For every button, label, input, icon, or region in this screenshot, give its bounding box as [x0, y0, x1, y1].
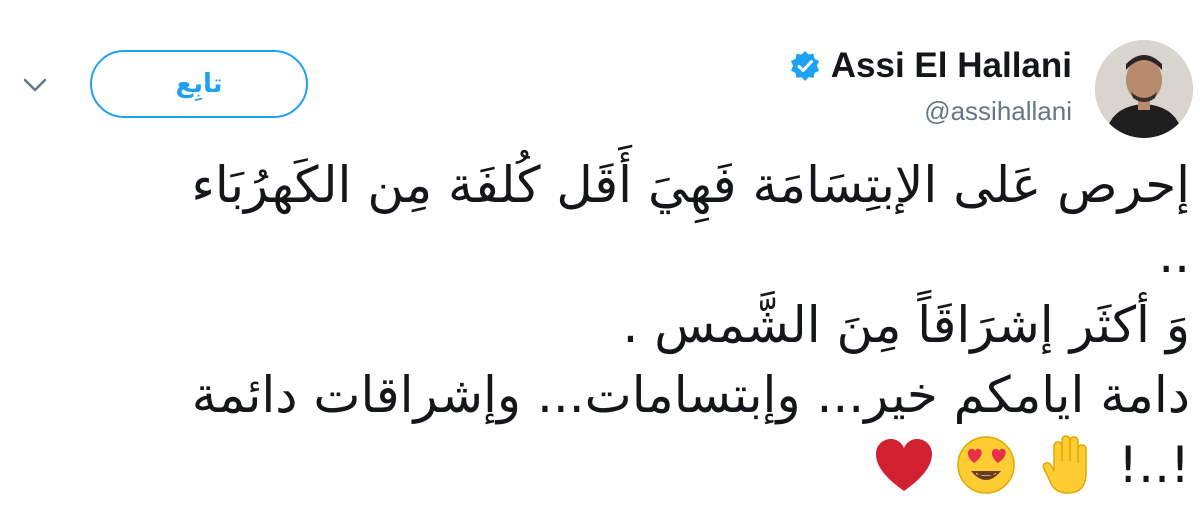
- tweet-text: إحرص عَلى الإبتِسَامَة فَهِيَ أَقَل كُلف…: [10, 150, 1190, 500]
- verified-badge-icon: [790, 51, 819, 81]
- display-name[interactable]: Assi El Hallani: [831, 46, 1072, 86]
- chevron-down-icon[interactable]: [22, 76, 48, 94]
- follow-button[interactable]: تابِع: [90, 50, 308, 118]
- heart-eyes-icon: [957, 436, 1015, 494]
- user-handle[interactable]: @assihallani: [924, 96, 1072, 127]
- tweet-line: إحرص عَلى الإبتِسَامَة فَهِيَ أَقَل كُلف…: [191, 156, 1190, 214]
- tweet-line: دامة ايامكم خير... وإبتسامات... وإشراقات…: [191, 366, 1190, 424]
- tweet-last-line: !..!: [10, 430, 1190, 500]
- raised-hand-icon: [1042, 435, 1087, 494]
- tweet-line: وَ أكثَر إشرَاقَاً مِنَ الشَّمس .: [622, 296, 1190, 354]
- tweet-line: !..!: [1118, 436, 1190, 494]
- tweet-line: ..: [1158, 226, 1190, 284]
- tweet-header: Assi El Hallani @assihallani تابِع: [0, 0, 1200, 150]
- red-heart-icon: [876, 439, 933, 491]
- avatar[interactable]: [1095, 40, 1193, 138]
- user-name-row: Assi El Hallani: [789, 46, 1072, 86]
